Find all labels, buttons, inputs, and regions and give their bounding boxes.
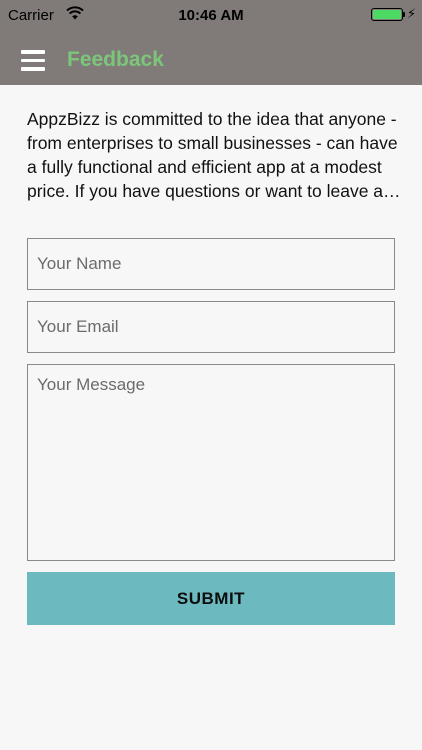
battery-level-fill [373, 10, 401, 19]
intro-text: AppzBizz is committed to the idea that a… [27, 109, 398, 201]
submit-button[interactable]: SUBMIT [27, 572, 395, 625]
battery-icon [371, 8, 403, 21]
hamburger-menu-icon[interactable] [21, 50, 45, 71]
status-time: 10:46 AM [178, 7, 244, 24]
status-bar: Carrier 10:46 AM ⚡ [0, 0, 422, 30]
page-title: Feedback [67, 48, 164, 71]
name-input[interactable] [27, 238, 395, 290]
battery-tip [403, 12, 405, 17]
email-input[interactable] [27, 301, 395, 353]
bolt-icon: ⚡ [407, 6, 417, 21]
message-textarea[interactable] [27, 364, 395, 561]
app-header: Carrier 10:46 AM ⚡ Feedback [0, 0, 422, 85]
